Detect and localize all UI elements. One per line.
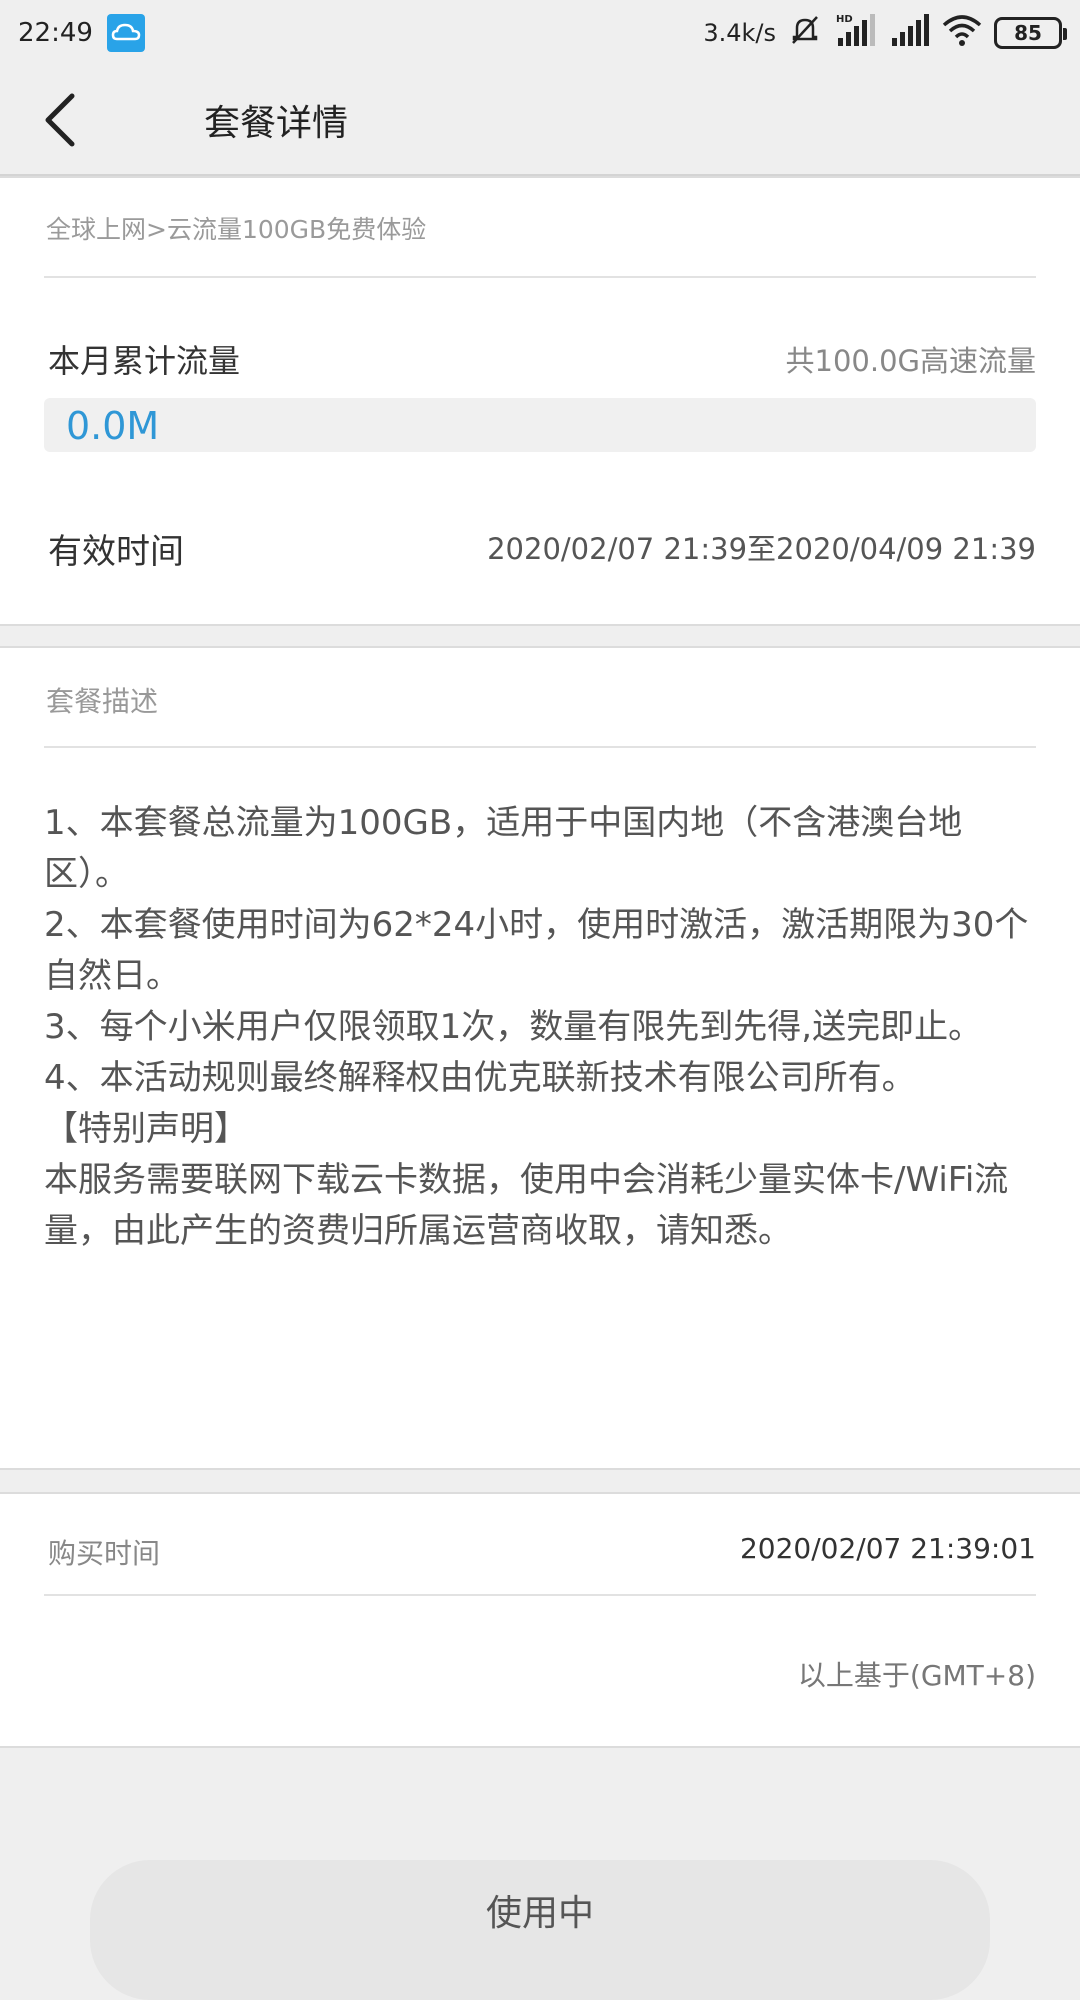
description-line: 4、本活动规则最终解释权由优克联新技术有限公司所有。 bbox=[44, 1058, 916, 1098]
battery-level: 85 bbox=[1014, 21, 1042, 45]
usage-progress-bar: 0.0M bbox=[44, 398, 1036, 452]
wifi-icon bbox=[942, 13, 982, 54]
special-notice-heading: 【特别声明】 bbox=[44, 1109, 248, 1149]
total-quota-label: 共100.0G高速流量 bbox=[785, 344, 1037, 378]
cloud-icon bbox=[106, 14, 145, 52]
description-line: 2、本套餐使用时间为62*24小时，使用时激活，激活期限为30个自然日。 bbox=[44, 905, 1029, 996]
hd-signal-icon: HD bbox=[834, 12, 878, 55]
purchase-info-card: 购买时间 2020/02/07 21:39:01 以上基于(GMT+8) bbox=[0, 1492, 1080, 1748]
mute-icon bbox=[788, 13, 822, 54]
divider bbox=[44, 746, 1036, 748]
purchase-time-label: 购买时间 bbox=[48, 1537, 161, 1570]
status-bar: 22:49 3.4k/s HD 85 bbox=[0, 0, 1080, 66]
description-line: 本服务需要联网下载云卡数据，使用中会消耗少量实体卡/WiFi流量，由此产生的资费… bbox=[44, 1160, 1009, 1251]
battery-icon: 85 bbox=[994, 17, 1067, 49]
status-indicators: 3.4k/s HD 85 bbox=[703, 12, 1067, 55]
description-title: 套餐描述 bbox=[46, 685, 159, 718]
network-speed: 3.4k/s bbox=[703, 19, 776, 47]
in-use-button[interactable]: 使用中 bbox=[90, 1860, 990, 2000]
chevron-left-icon bbox=[45, 93, 75, 147]
package-usage-card: 全球上网>云流量100GB免费体验 本月累计流量 共100.0G高速流量 0.0… bbox=[0, 176, 1080, 626]
timezone-note: 以上基于(GMT+8) bbox=[797, 1659, 1036, 1692]
monthly-usage-label: 本月累计流量 bbox=[48, 342, 241, 380]
package-description-card: 套餐描述 1、本套餐总流量为100GB，适用于中国内地（不含港澳台地区）。 2、… bbox=[0, 646, 1080, 1470]
signal-icon bbox=[890, 12, 930, 55]
description-line: 1、本套餐总流量为100GB，适用于中国内地（不含港澳台地区）。 bbox=[44, 803, 963, 894]
divider bbox=[44, 276, 1036, 278]
description-line: 3、每个小米用户仅限领取1次，数量有限先到先得,送完即止。 bbox=[44, 1007, 983, 1047]
svg-text:HD: HD bbox=[836, 14, 853, 25]
description-text: 1、本套餐总流量为100GB，适用于中国内地（不含港澳台地区）。 2、本套餐使用… bbox=[44, 798, 1038, 1257]
app-bar: 套餐详情 bbox=[0, 66, 1080, 176]
used-traffic-value: 0.0M bbox=[66, 404, 160, 448]
divider bbox=[44, 1594, 1036, 1596]
valid-period-label: 有效时间 bbox=[48, 532, 184, 572]
purchase-time-value: 2020/02/07 21:39:01 bbox=[739, 1532, 1036, 1565]
in-use-button-label: 使用中 bbox=[485, 1893, 594, 1934]
page-title: 套餐详情 bbox=[204, 103, 349, 144]
status-time: 22:49 bbox=[18, 18, 93, 48]
breadcrumb: 全球上网>云流量100GB免费体验 bbox=[46, 215, 427, 244]
back-button[interactable] bbox=[0, 65, 120, 175]
valid-period-value: 2020/02/07 21:39至2020/04/09 21:39 bbox=[487, 532, 1036, 566]
